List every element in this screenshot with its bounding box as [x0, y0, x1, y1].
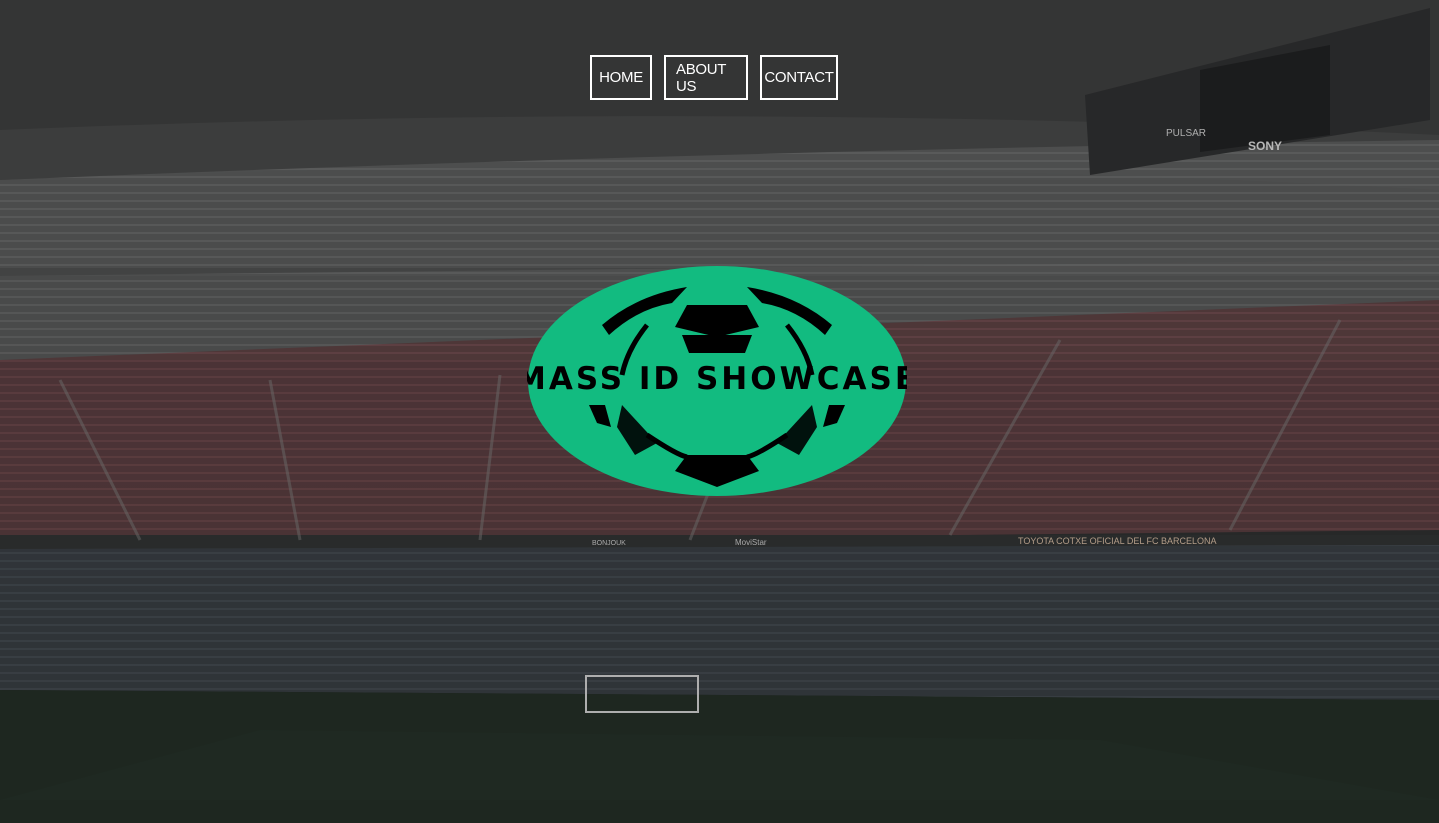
mass-id-showcase-logo[interactable]: MASS ID SHOWCASE — [527, 265, 907, 497]
nav-contact-button[interactable]: CONTACT — [760, 55, 838, 100]
logo-text: MASS ID SHOWCASE — [527, 361, 907, 397]
hero-section: SONY PULSAR TOYOTA COTXE OFICIAL DEL FC … — [0, 0, 1439, 823]
main-nav: HOME ABOUT US CONTACT — [590, 55, 838, 100]
nav-about-us-button[interactable]: ABOUT US — [664, 55, 748, 100]
nav-home-button[interactable]: HOME — [590, 55, 652, 100]
